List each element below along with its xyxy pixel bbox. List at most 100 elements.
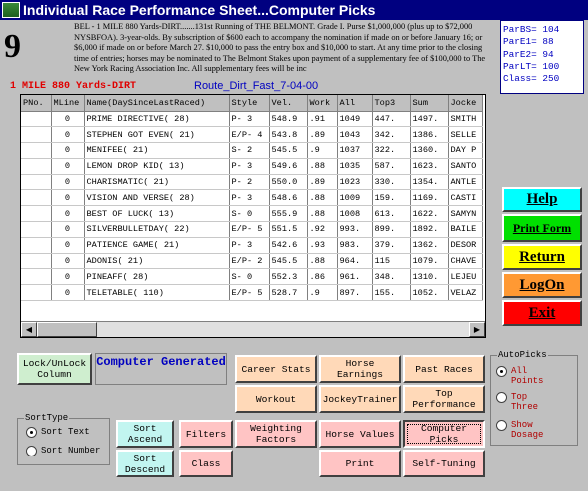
workout-button[interactable]: Workout: [235, 385, 317, 413]
table-cell[interactable]: ADONIS( 21): [84, 253, 230, 270]
table-cell[interactable]: .91: [307, 111, 338, 128]
column-header[interactable]: Name(DaySinceLastRaced): [84, 95, 230, 112]
table-cell[interactable]: 1049: [337, 111, 373, 128]
table-cell[interactable]: 899.: [372, 221, 411, 238]
table-cell[interactable]: 0: [51, 221, 85, 238]
print-button[interactable]: Print: [319, 450, 401, 477]
table-cell[interactable]: 0: [51, 237, 85, 254]
table-cell[interactable]: 1360.: [410, 142, 449, 159]
table-cell[interactable]: LEMON DROP KID( 13): [84, 158, 230, 175]
table-cell[interactable]: PINEAFF( 28): [84, 268, 230, 286]
column-header[interactable]: Work: [307, 95, 338, 112]
table-cell[interactable]: 0: [51, 284, 85, 302]
table-cell[interactable]: 983.: [337, 237, 373, 254]
table-cell[interactable]: .9: [307, 142, 338, 159]
table-row[interactable]: 0 SILVERBULLETDAY( 22) E/P- 5 551.5.92 993. 8…: [21, 221, 483, 238]
table-cell[interactable]: 0: [51, 189, 85, 207]
print-form-button[interactable]: Print Form: [502, 214, 582, 242]
table-cell[interactable]: [21, 253, 52, 270]
table-row[interactable]: 0 STEPHEN GOT EVEN( 21) E/P- 4 543.8.89 1043…: [21, 126, 483, 144]
table-cell[interactable]: 0: [51, 205, 85, 223]
sort-text-radio[interactable]: [26, 427, 37, 438]
lock-unlock-column-button[interactable]: Lock/UnLock Column: [17, 353, 92, 385]
table-cell[interactable]: 552.3: [269, 268, 308, 286]
table-cell[interactable]: [21, 111, 52, 128]
table-cell[interactable]: SILVERBULLETDAY( 22): [84, 221, 230, 238]
table-cell[interactable]: S- 0: [229, 205, 270, 223]
show-dosage-radio[interactable]: [496, 420, 507, 431]
table-cell[interactable]: .88: [307, 253, 338, 270]
column-header[interactable]: Sum: [410, 95, 449, 112]
table-cell[interactable]: .9: [307, 284, 338, 302]
table-cell[interactable]: [21, 142, 52, 159]
table-cell[interactable]: 1386.: [410, 126, 449, 144]
table-cell[interactable]: 613.: [372, 205, 411, 223]
scroll-right-arrow-icon[interactable]: ▶: [469, 322, 485, 337]
table-cell[interactable]: 964.: [337, 253, 373, 270]
table-cell[interactable]: P- 3: [229, 237, 270, 254]
table-cell[interactable]: 115: [372, 253, 411, 270]
top-performance-button[interactable]: Top Performance: [403, 385, 485, 413]
horse-values-button[interactable]: Horse Values: [319, 420, 401, 448]
table-cell[interactable]: CHARISMATIC( 21): [84, 174, 230, 191]
table-cell[interactable]: BEST OF LUCK( 13): [84, 205, 230, 223]
table-cell[interactable]: 1354.: [410, 174, 449, 191]
table-cell[interactable]: CASTI: [448, 189, 483, 207]
table-cell[interactable]: 447.: [372, 111, 411, 128]
jockey-trainer-button[interactable]: JockeyTrainer: [319, 385, 401, 413]
table-cell[interactable]: S- 0: [229, 268, 270, 286]
column-header[interactable]: Jocke: [448, 95, 483, 112]
table-cell[interactable]: 348.: [372, 268, 411, 286]
table-cell[interactable]: [21, 126, 52, 144]
all-points-radio[interactable]: [496, 366, 507, 377]
table-cell[interactable]: E/P- 2: [229, 253, 270, 270]
table-cell[interactable]: 1037: [337, 142, 373, 159]
table-cell[interactable]: 1622.: [410, 205, 449, 223]
table-cell[interactable]: .88: [307, 205, 338, 223]
table-cell[interactable]: 1023: [337, 174, 373, 191]
column-header[interactable]: MLine: [51, 95, 85, 112]
class-button[interactable]: Class: [179, 450, 233, 477]
table-cell[interactable]: 342.: [372, 126, 411, 144]
table-cell[interactable]: 555.9: [269, 205, 308, 223]
show-dosage-option[interactable]: Show Dosage: [496, 420, 555, 440]
table-cell[interactable]: 548.9: [269, 111, 308, 128]
table-row[interactable]: 0 TELETABLE( 110) E/P- 5 528.7.9 897. 155. 105…: [21, 284, 483, 302]
table-cell[interactable]: DESOR: [448, 237, 483, 254]
table-cell[interactable]: P- 3: [229, 111, 270, 128]
table-cell[interactable]: [21, 189, 52, 207]
table-cell[interactable]: PATIENCE GAME( 21): [84, 237, 230, 254]
table-cell[interactable]: 543.8: [269, 126, 308, 144]
career-stats-button[interactable]: Career Stats: [235, 355, 317, 383]
table-cell[interactable]: 1497.: [410, 111, 449, 128]
table-cell[interactable]: 330.: [372, 174, 411, 191]
computer-picks-button[interactable]: Computer Picks: [403, 420, 485, 448]
table-cell[interactable]: 1043: [337, 126, 373, 144]
table-cell[interactable]: 1310.: [410, 268, 449, 286]
table-cell[interactable]: 1009: [337, 189, 373, 207]
table-cell[interactable]: .93: [307, 237, 338, 254]
table-cell[interactable]: [21, 221, 52, 238]
column-header[interactable]: Top3: [372, 95, 411, 112]
table-row[interactable]: 0 VISION AND VERSE( 28) P- 3 548.6.88 1009 15…: [21, 189, 483, 207]
table-row[interactable]: 0 ADONIS( 21) E/P- 2 545.5.88 964. 115 1079. CH…: [21, 253, 483, 270]
table-cell[interactable]: P- 3: [229, 189, 270, 207]
table-cell[interactable]: LEJEU: [448, 268, 483, 286]
table-cell[interactable]: ANTLE: [448, 174, 483, 191]
sort-number-radio[interactable]: [26, 446, 37, 456]
self-tuning-button[interactable]: Self-Tuning: [403, 450, 485, 477]
table-cell[interactable]: 1362.: [410, 237, 449, 254]
table-cell[interactable]: 0: [51, 174, 85, 191]
table-cell[interactable]: [21, 174, 52, 191]
table-cell[interactable]: P- 2: [229, 174, 270, 191]
table-cell[interactable]: 542.6: [269, 237, 308, 254]
weighting-factors-button[interactable]: Weighting Factors: [235, 420, 317, 448]
table-row[interactable]: 0 CHARISMATIC( 21) P- 2 550.0.89 1023 330. 135…: [21, 174, 483, 191]
logon-button[interactable]: LogOn: [502, 272, 582, 298]
table-cell[interactable]: 1169.: [410, 189, 449, 207]
table-cell[interactable]: E/P- 5: [229, 284, 270, 302]
table-row[interactable]: 0 BEST OF LUCK( 13) S- 0 555.9.88 1008 613. 16…: [21, 205, 483, 223]
table-cell[interactable]: PRIME DIRECTIVE( 28): [84, 111, 230, 128]
table-cell[interactable]: SAMYN: [448, 205, 483, 223]
table-cell[interactable]: 528.7: [269, 284, 308, 302]
